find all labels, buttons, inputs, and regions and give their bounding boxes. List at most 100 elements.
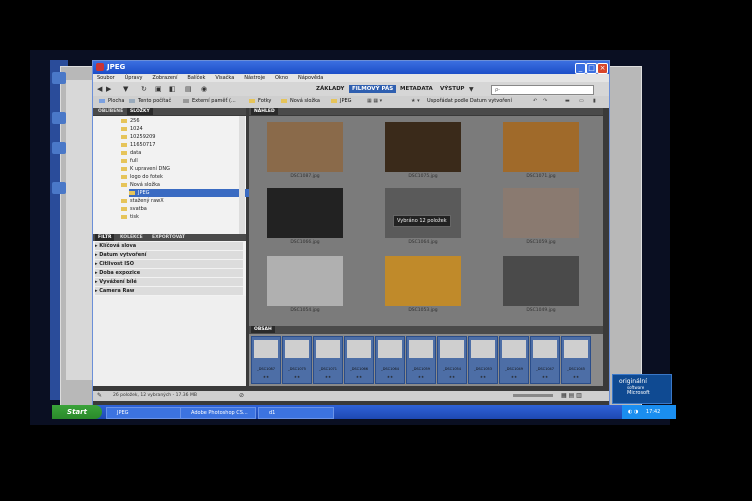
tab-export[interactable]: EXPORTOVAT [149,234,188,241]
task-folder[interactable]: d1 [258,407,334,419]
filmstrip-item[interactable]: _DSC1045 ★★ [561,336,591,384]
breadcrumb-jpeg[interactable]: JPEG [331,98,352,104]
thumbnail[interactable] [385,188,461,238]
thumbnail[interactable] [267,188,343,238]
pin-icon[interactable]: ✎ [97,392,102,399]
task-jpeg[interactable]: JPEG [106,407,182,419]
workspace-output[interactable]: VÝSTUP [437,85,467,93]
thumbnail[interactable] [385,122,461,172]
breadcrumb-external[interactable]: Externí paměť (... [183,98,236,104]
menu-edit[interactable]: Úpravy [125,75,143,81]
workspace-basics[interactable]: ZÁKLADY [313,85,347,93]
folder-item[interactable]: 256 [121,117,140,125]
filmstrip-item[interactable]: _DSC1064 ★★ [375,336,405,384]
thumbnail[interactable] [503,188,579,238]
menu-stack[interactable]: Balíček [187,75,205,81]
folder-item[interactable]: 1024 [121,125,143,133]
rotate-left-icon[interactable]: ↶ [533,98,537,104]
thumbnail[interactable] [267,122,343,172]
camera-icon[interactable]: ▣ [155,85,162,93]
thumbnail[interactable] [267,256,343,306]
clock[interactable]: 17:42 [646,409,660,415]
delete-icon[interactable]: ▮ [593,98,596,104]
filter-date-created[interactable]: ▸ Datum vytvoření [95,251,243,259]
workspace-dropdown-icon[interactable]: ▼ [469,86,474,93]
title-bar[interactable]: JPEG _ □ × [93,61,609,74]
filmstrip-item[interactable]: _DSC1066 ★★ [344,336,374,384]
grid-view-icon[interactable]: ▦ ▤ ▥ [561,392,582,399]
forward-icon[interactable]: ▶ [106,85,111,93]
menu-tools[interactable]: Nástroje [244,75,265,81]
search-input[interactable]: ρ- [491,85,594,95]
tab-content[interactable]: OBSAH [251,326,275,333]
output-icon[interactable]: ▤ [185,85,192,93]
tab-folders[interactable]: SLOŽKY [127,108,153,115]
recent-folders-icon[interactable]: ▼ [123,85,128,93]
tab-favorites[interactable]: OBLÍBENÉ [95,108,126,115]
thumbnail[interactable] [503,122,579,172]
task-photoshop[interactable]: Adobe Photoshop CS... [180,407,256,419]
menu-window[interactable]: Okno [275,75,288,81]
thumbnail[interactable] [385,256,461,306]
star-filter-icon[interactable]: ★ ▾ [411,98,420,104]
refine-icon[interactable]: ◧ [169,85,176,93]
view-mode-icon[interactable]: ▦ ▦ ▾ [367,98,382,104]
sort-dropdown[interactable]: Uspořádat podle Datum vytvoření [427,98,512,104]
breadcrumb-desktop[interactable]: Plocha [99,98,124,104]
folder-item[interactable]: 10259209 [121,133,155,141]
menu-view[interactable]: Zobrazení [152,75,177,81]
filmstrip-item[interactable]: _DSC1087 ★★ [251,336,281,384]
filmstrip-item[interactable]: _DSC1054 ★★ [437,336,467,384]
folder-item[interactable]: K upravení DNG [121,165,170,173]
filmstrip-item[interactable]: _DSC1047 ★★ [530,336,560,384]
desktop-icon[interactable] [52,72,66,84]
breadcrumb-computer[interactable]: Tento počítač [129,98,171,104]
filter-white-balance[interactable]: ▸ Vyvážení bílé [95,278,243,286]
tray-icon[interactable]: ◐ ◑ [628,409,638,415]
minimize-button[interactable]: _ [575,63,586,74]
maximize-button[interactable]: □ [586,63,597,74]
folder-item-selected[interactable]: JPEG [129,189,249,197]
rotate-icon[interactable]: ↻ [141,85,147,93]
rotate-right-icon[interactable]: ↷ [543,98,547,104]
tab-filter[interactable]: FILTR [95,234,115,241]
zoom-slider[interactable] [513,394,553,397]
desktop-icon[interactable] [52,112,66,124]
breadcrumb-photos[interactable]: Fotky [249,98,271,104]
folder-scrollbar[interactable] [239,116,245,234]
desktop-icon[interactable] [52,182,66,194]
filter-exposure[interactable]: ▸ Doba expozice [95,269,243,277]
back-icon[interactable]: ◀ [97,85,102,93]
workspace-filmstrip[interactable]: FILMOVÝ PÁS [349,85,397,93]
folder-item[interactable]: data [121,149,141,157]
start-button[interactable]: Start [52,405,102,419]
folder-item[interactable]: full [121,157,138,165]
desktop-icon[interactable] [52,142,66,154]
folder-item[interactable]: Nová složka [121,181,160,189]
filmstrip-item[interactable]: _DSC1075 ★★ [282,336,312,384]
menu-label[interactable]: Visačka [215,75,234,81]
breadcrumb-new-folder[interactable]: Nová složka [281,98,320,104]
workspace-metadata[interactable]: METADATA [397,85,436,93]
filter-keywords[interactable]: ▸ Klíčová slova [95,242,243,250]
folder-item[interactable]: svatba [121,205,147,213]
menu-help[interactable]: Nápověda [298,75,323,81]
filmstrip-item[interactable]: _DSC1059 ★★ [406,336,436,384]
folder-item[interactable]: tisk [121,213,139,221]
no-entry-icon[interactable]: ⊘ [239,392,244,399]
filter-iso[interactable]: ▸ Citlivost ISO [95,260,243,268]
new-folder-icon[interactable]: ▭ [579,98,584,104]
open-folder-icon[interactable]: ▬ [565,98,570,104]
tab-preview[interactable]: NÁHLED [251,108,278,115]
thumbnail[interactable] [503,256,579,306]
filmstrip-item[interactable]: _DSC1053 ★★ [468,336,498,384]
photoshop-icon[interactable]: ◉ [201,85,207,93]
tab-collections[interactable]: KOLEKCE [117,234,146,241]
filmstrip-item[interactable]: _DSC1049 ★★ [499,336,529,384]
filter-camera-raw[interactable]: ▸ Camera Raw [95,287,243,295]
close-button[interactable]: × [597,63,608,74]
menu-file[interactable]: Soubor [97,75,115,81]
folder-item[interactable]: stažený rawX [121,197,164,205]
folder-item[interactable]: 11650717 [121,141,155,149]
filmstrip-item[interactable]: _DSC1071 ★★ [313,336,343,384]
